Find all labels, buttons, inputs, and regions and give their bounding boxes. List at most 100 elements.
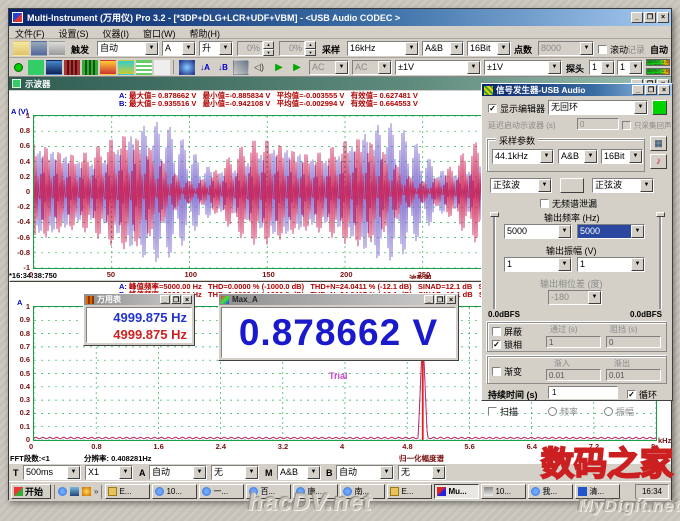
spin-down-icon[interactable]: ▼: [263, 49, 274, 57]
radio-circle[interactable]: [604, 407, 613, 416]
chevron-down-icon[interactable]: ▼: [540, 150, 553, 163]
menu-help[interactable]: 帮助(H): [190, 27, 221, 37]
chevron-down-icon[interactable]: ▼: [629, 61, 642, 74]
sweep-freq-radio[interactable]: 频率: [548, 405, 578, 418]
amp-a-select[interactable]: 1▼: [504, 257, 572, 272]
show-editor-checkbox[interactable]: ✓显示编辑器: [488, 102, 545, 115]
marker-b-icon[interactable]: ↓B: [215, 60, 231, 75]
chevron-down-icon[interactable]: ▼: [193, 466, 206, 479]
probe-calibration-icon[interactable]: [233, 60, 249, 75]
menu-settings[interactable]: 设置(S): [59, 27, 89, 37]
fade-checkbox[interactable]: 渐变: [492, 365, 522, 378]
gen-channels-select[interactable]: A&B▼: [558, 149, 598, 164]
start-button[interactable]: 开始: [11, 484, 51, 499]
derived-data-icon[interactable]: [136, 60, 152, 75]
chevron-down-icon[interactable]: ▼: [588, 291, 601, 304]
b-extra-select[interactable]: 无▼: [398, 465, 446, 480]
generator-title-bar[interactable]: 信号发生器-USB Audio _❐×: [482, 84, 672, 96]
chevron-down-icon[interactable]: ▼: [558, 225, 571, 238]
chevron-down-icon[interactable]: ▼: [450, 42, 463, 55]
chevron-down-icon[interactable]: ▼: [497, 42, 510, 55]
chevron-down-icon[interactable]: ▼: [335, 61, 348, 74]
checkbox-box[interactable]: [540, 199, 549, 208]
generator-run-button[interactable]: [652, 100, 667, 115]
no-leak-checkbox[interactable]: 无频谱泄漏: [540, 197, 597, 210]
save-signal-icon[interactable]: ▦: [650, 136, 667, 151]
chevron-down-icon[interactable]: ▼: [634, 101, 647, 114]
checkbox-box[interactable]: ✓: [492, 340, 501, 349]
checkbox-box[interactable]: [622, 121, 631, 130]
a-mode-select[interactable]: 自动▼: [149, 465, 207, 480]
speaker-icon[interactable]: ◁): [251, 60, 267, 75]
run-icon[interactable]: [14, 63, 23, 72]
spin-up-icon[interactable]: ▲: [305, 41, 316, 49]
chevron-down-icon[interactable]: ▼: [378, 61, 391, 74]
restore-icon[interactable]: ❐: [644, 12, 656, 23]
close-icon[interactable]: ×: [658, 85, 670, 95]
chevron-down-icon[interactable]: ▼: [245, 466, 258, 479]
minimize-icon[interactable]: _: [632, 85, 644, 95]
chevron-down-icon[interactable]: ▼: [584, 150, 597, 163]
percent-icon[interactable]: [154, 60, 170, 75]
chevron-down-icon[interactable]: ▼: [629, 150, 642, 163]
wave-link-button[interactable]: [560, 178, 584, 193]
trigger-delay-spinner[interactable]: 0%▲▼: [279, 41, 316, 56]
chevron-down-icon[interactable]: ▼: [467, 61, 480, 74]
bits-select[interactable]: 16Bit▼: [467, 41, 511, 56]
coupling-b-select[interactable]: AC▼: [352, 60, 392, 75]
range-a-select[interactable]: ±1V▼: [395, 60, 481, 75]
multimeter-window[interactable]: 万用表 _❐× 4999.875 Hz 4999.875 Hz: [83, 293, 195, 346]
a-extra-select[interactable]: 无▼: [211, 465, 259, 480]
chevron-down-icon[interactable]: ▼: [219, 42, 232, 55]
phase-select[interactable]: -180▼: [548, 290, 602, 305]
spectrum-analyzer-icon[interactable]: [46, 60, 62, 75]
chevron-down-icon[interactable]: ▼: [538, 179, 551, 192]
quicklaunch-media-icon[interactable]: [82, 487, 91, 496]
trigger-source-select[interactable]: A▼: [162, 41, 196, 56]
print-icon[interactable]: [49, 41, 65, 56]
amp-b-select[interactable]: 1▼: [577, 257, 645, 272]
taskbar-button[interactable]: E...: [105, 484, 150, 499]
trigger-edge-select[interactable]: 升▼: [199, 41, 233, 56]
sample-rate-select[interactable]: 16kHz▼: [347, 41, 419, 56]
chevron-down-icon[interactable]: ▼: [580, 42, 593, 55]
fadeout-input[interactable]: 0.01: [606, 369, 661, 381]
echo-only-checkbox[interactable]: 只采集回声: [622, 120, 672, 131]
m-select[interactable]: A&B▼: [277, 465, 321, 480]
slider-handle[interactable]: [656, 212, 665, 217]
oscilloscope-icon[interactable]: [28, 60, 44, 75]
record-button[interactable]: 记录: [627, 43, 645, 56]
gen-rate-select[interactable]: 44.1kHz▼: [492, 149, 554, 164]
probe-b-select[interactable]: 1▼: [617, 60, 643, 75]
range-b-select[interactable]: ±1V▼: [484, 60, 562, 75]
level-slider-a[interactable]: [493, 214, 496, 309]
chevron-down-icon[interactable]: ▼: [558, 258, 571, 271]
spin-down-icon[interactable]: ▼: [305, 49, 316, 57]
fadein-input[interactable]: 0.01: [546, 369, 601, 381]
chevron-down-icon[interactable]: ▼: [182, 42, 195, 55]
taskbar-button[interactable]: 10...: [152, 484, 197, 499]
menu-instrument[interactable]: 仪器(I): [103, 27, 130, 37]
sweep-checkbox[interactable]: 扫描: [488, 405, 518, 418]
loop-checkbox[interactable]: ✓循环: [627, 388, 657, 401]
close-icon[interactable]: ×: [446, 295, 456, 304]
data-logger-icon[interactable]: [100, 60, 116, 75]
play-selection-icon[interactable]: ▶: [289, 60, 305, 75]
points-select[interactable]: 8000▼: [538, 41, 594, 56]
spectrum-3d-icon[interactable]: [82, 60, 98, 75]
wave-a-select[interactable]: 正弦波▼: [490, 178, 552, 193]
generator-window[interactable]: 信号发生器-USB Audio _❐× ✓显示编辑器 无回环▼ 延迟启动示波器 …: [481, 83, 673, 401]
chevron-down-icon[interactable]: ▼: [631, 225, 644, 238]
chevron-down-icon[interactable]: ▼: [548, 61, 561, 74]
close-icon[interactable]: ×: [657, 12, 669, 23]
chevron-down-icon[interactable]: ▼: [380, 466, 393, 479]
taskbar-button[interactable]: 一...: [199, 484, 244, 499]
taskbar-button[interactable]: 我...: [528, 484, 573, 499]
chevron-down-icon[interactable]: ▼: [601, 61, 614, 74]
marker-a-icon[interactable]: ↓A: [197, 60, 213, 75]
restore-icon[interactable]: ❐: [435, 295, 445, 304]
taskbar-button[interactable]: Mu...: [434, 484, 479, 499]
level-slider-b[interactable]: [659, 214, 662, 309]
radio-circle[interactable]: [548, 407, 557, 416]
auto-button[interactable]: 自动: [650, 43, 668, 56]
